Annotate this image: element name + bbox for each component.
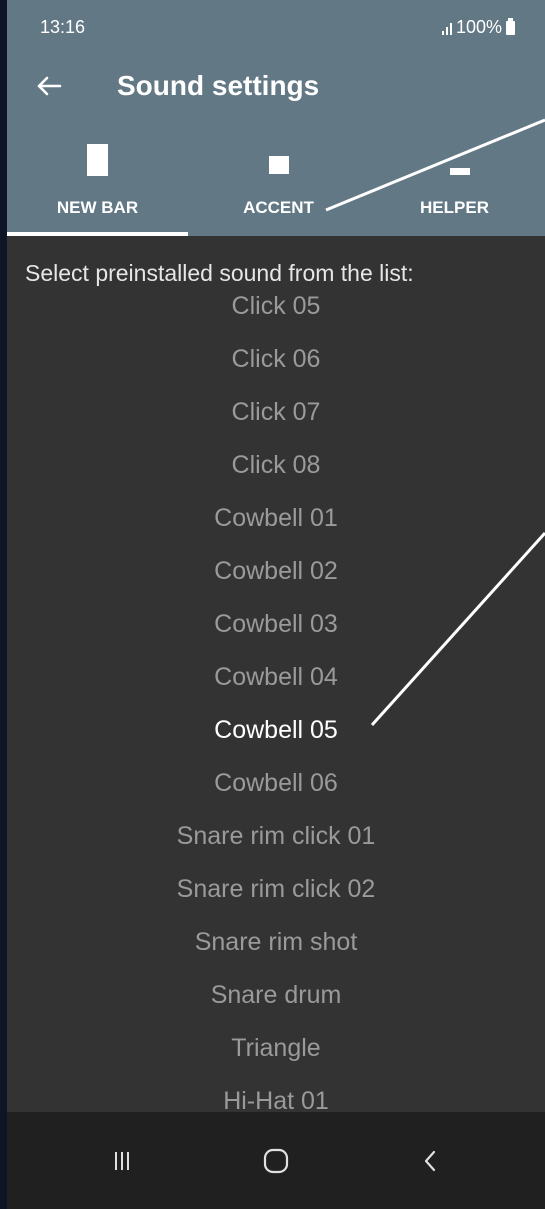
recents-icon (115, 1152, 129, 1170)
tab-accent[interactable]: ACCENT (188, 132, 369, 236)
recents-button[interactable] (97, 1136, 147, 1186)
status-bar: 13:16 100% (7, 0, 545, 44)
screenshot-frame: 13:16 100% Sound settings NEW BAR ACCENT… (0, 0, 545, 1209)
nav-back-button[interactable] (405, 1136, 455, 1186)
sound-list-item[interactable]: Click 05 (7, 296, 545, 333)
sound-list-item[interactable]: Cowbell 06 (7, 757, 545, 810)
page-title: Sound settings (117, 70, 320, 101)
sound-list-item[interactable]: Cowbell 01 (7, 492, 545, 545)
signal-icon (441, 21, 452, 35)
status-indicators: 100% (441, 17, 515, 38)
sound-list-item[interactable]: Snare rim click 01 (7, 810, 545, 863)
battery-icon (506, 17, 515, 35)
sound-list-item[interactable]: Click 08 (7, 439, 545, 492)
app-bar: Sound settings (7, 44, 545, 132)
tall-bar-icon (87, 144, 108, 176)
battery-percent: 100% (455, 17, 502, 37)
sound-list: Click 05 Click 06 Click 07 Click 08 Cowbell … (7, 296, 545, 1120)
sound-list-item[interactable]: Triangle (7, 1022, 545, 1075)
sound-list-item[interactable]: Snare rim click 02 (7, 863, 545, 916)
sound-list-item[interactable]: Cowbell 04 (7, 651, 545, 704)
sound-list-item[interactable]: Click 07 (7, 386, 545, 439)
sound-list-item[interactable]: Click 06 (7, 333, 545, 386)
sound-list-item[interactable]: Cowbell 05 (7, 704, 545, 757)
home-icon (263, 1148, 289, 1174)
medium-bar-icon (269, 156, 289, 174)
sound-list-viewport[interactable]: Click 05 Click 06 Click 07 Click 08 Cowbell … (7, 296, 545, 1120)
tab-new-bar[interactable]: NEW BAR (7, 132, 188, 236)
tab-label: NEW BAR (56, 198, 139, 217)
status-time: 13:16 (40, 17, 86, 37)
tab-label: HELPER (420, 198, 489, 217)
sound-list-item[interactable]: Cowbell 03 (7, 598, 545, 651)
tab-helper[interactable]: HELPER (364, 132, 545, 236)
selected-tab-indicator (7, 232, 188, 236)
short-bar-icon (450, 168, 470, 175)
phone-screen: 13:16 100% Sound settings NEW BAR ACCENT… (7, 0, 545, 1209)
sound-list-item[interactable]: Cowbell 02 (7, 545, 545, 598)
list-heading: Select preinstalled sound from the list: (25, 260, 414, 286)
back-button[interactable] (31, 68, 67, 104)
tab-label: ACCENT (243, 198, 314, 217)
sound-list-item[interactable]: Snare rim shot (7, 916, 545, 969)
home-button[interactable] (251, 1136, 301, 1186)
tab-bar: NEW BAR ACCENT HELPER (7, 132, 545, 236)
arrow-left-icon (37, 76, 62, 96)
navigation-bar (7, 1112, 545, 1209)
sound-list-item[interactable]: Snare drum (7, 969, 545, 1022)
nav-back-icon (424, 1150, 436, 1172)
